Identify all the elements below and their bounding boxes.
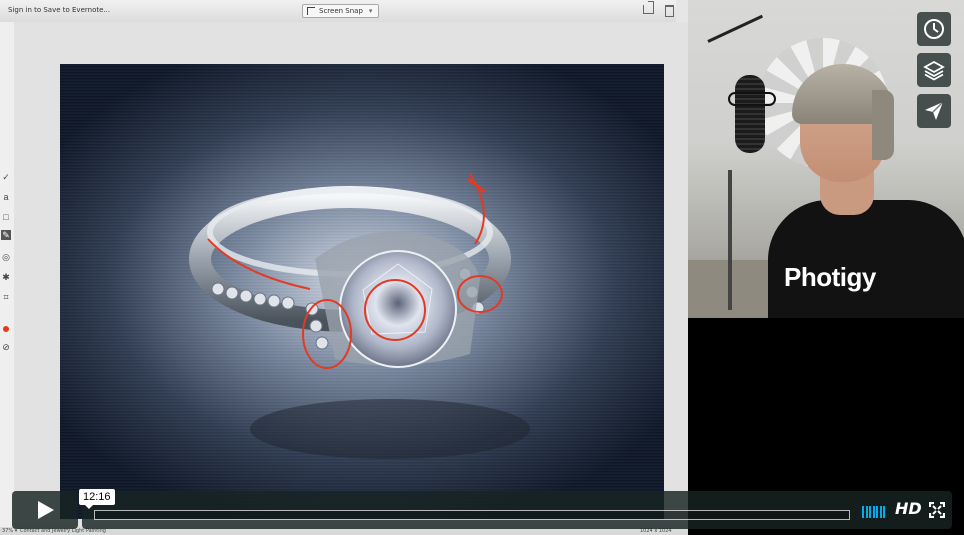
crop-icon [307,7,315,15]
volume-bar [883,506,885,518]
pen-tool-icon: ✎ [1,230,11,240]
stamp-tool-icon: ✱ [2,272,10,282]
share-button[interactable] [917,94,951,128]
send-icon [925,101,944,120]
marker-tool-icon: ◎ [2,252,10,262]
window-edge [676,0,688,22]
progress-bar[interactable] [94,510,850,520]
ring-illustration [189,173,530,459]
collections-button[interactable] [917,53,951,87]
mic-arm [707,14,764,43]
share-icon [643,1,654,14]
play-icon [38,501,54,519]
trash-icon [665,5,674,17]
microphone [735,75,765,153]
volume-bar [876,506,878,518]
volume-bar [862,506,864,518]
text-tool-icon: a [3,192,9,202]
volume-control[interactable] [862,504,885,518]
line-width-icon: ⊘ [2,342,10,352]
shirt-logo: Photigy [784,262,876,292]
volume-bar [865,506,868,518]
volume-bar [869,506,871,518]
screen-snap-dropdown: Screen Snap ▾ [302,4,380,18]
color-picker-icon [1,324,11,334]
presenter-hair-side [872,90,894,160]
presenter-shirt [768,200,964,318]
annotation-toolbar: ✓ a □ ✎ ◎ ✱ ⌗ ⊘ [0,22,15,535]
watch-later-button[interactable] [917,12,951,46]
check-tool-icon: ✓ [2,172,10,182]
canvas-area [14,22,688,527]
rectangle-tool-icon: □ [3,212,9,222]
volume-bar [872,506,875,518]
app-titlebar: Sign in to Save to Evernote... Screen Sn… [0,0,688,23]
mic-mount [728,92,776,106]
timecode-tooltip: 12:16 [79,489,115,509]
chevron-down-icon: ▾ [368,7,373,15]
video-player[interactable]: Sign in to Save to Evernote... Screen Sn… [0,0,964,535]
screen-snap-label: Screen Snap [319,7,363,15]
layers-icon [923,60,945,81]
volume-bar [879,506,882,518]
fullscreen-icon[interactable] [929,502,945,518]
webcam-video: Photigy [688,0,964,318]
mic-stand [728,170,732,310]
hd-toggle[interactable]: HD [895,499,922,518]
crop-tool-icon: ⌗ [3,292,9,302]
ring-photo [60,64,664,519]
player-controls: HD [12,491,952,529]
clock-icon [924,19,944,39]
play-button[interactable] [12,491,78,529]
sign-in-link: Sign in to Save to Evernote... [8,6,111,14]
screen-recording: Sign in to Save to Evernote... Screen Sn… [0,0,688,535]
